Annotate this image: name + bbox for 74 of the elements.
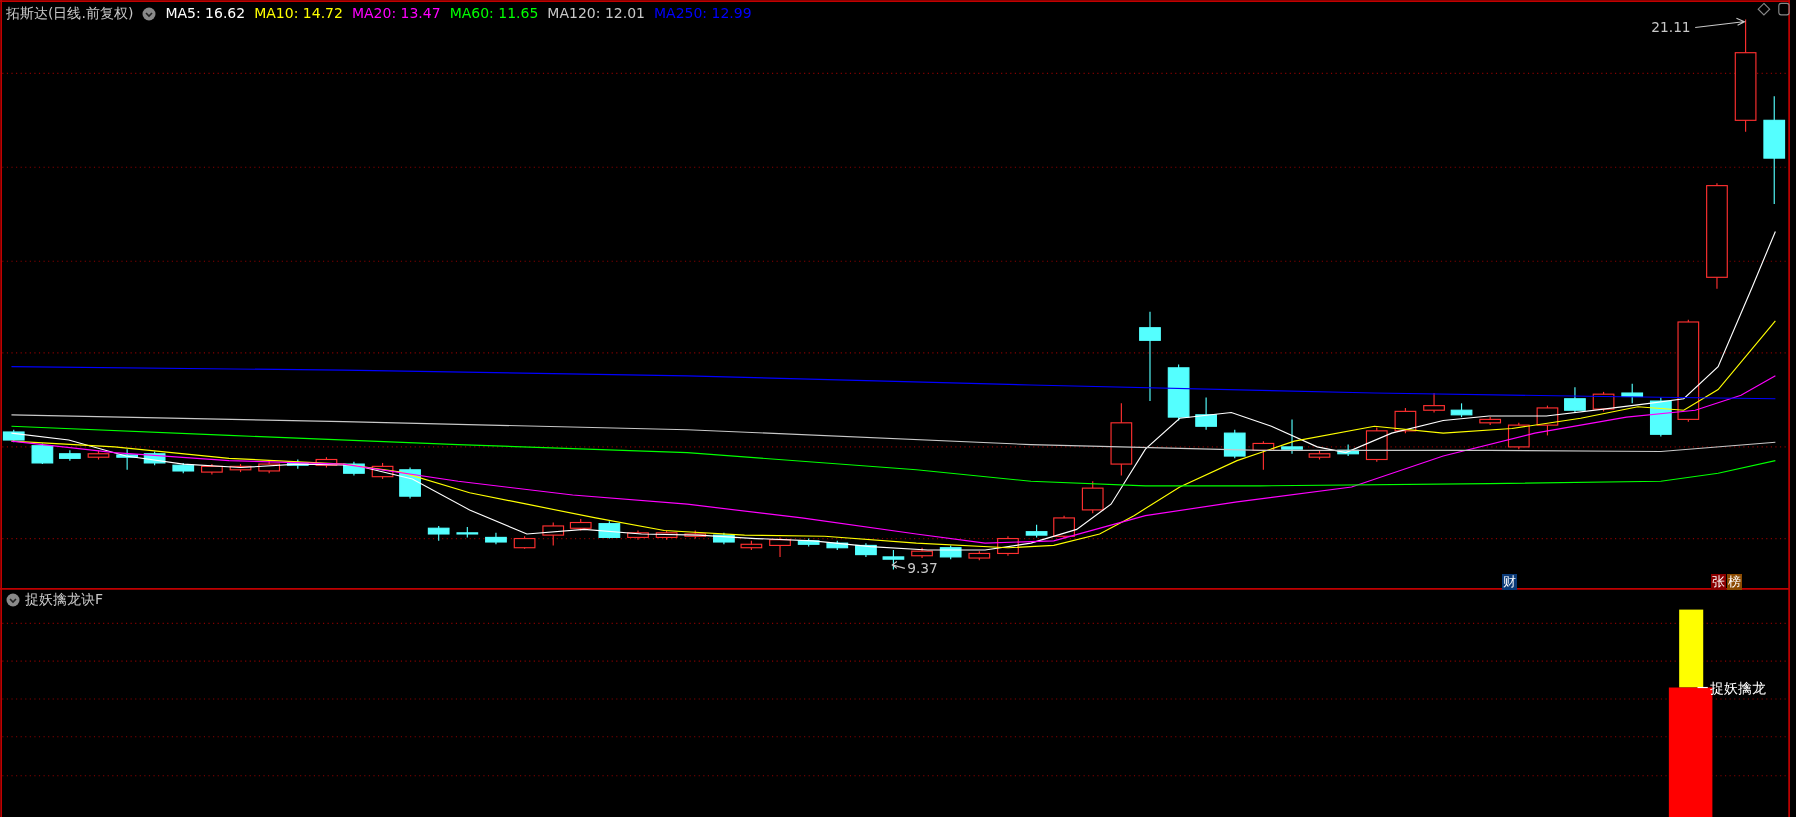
- candlestick: [87, 449, 110, 461]
- high-price-label: 21.11: [1651, 19, 1691, 36]
- candlestick: [939, 544, 962, 560]
- moving-average-value: MA5: 16.62: [165, 4, 246, 23]
- candlestick: [258, 460, 281, 474]
- candlestick: [1223, 429, 1246, 459]
- candlestick: [1450, 402, 1473, 418]
- candlestick: [456, 526, 479, 538]
- indicator-title: 捉妖擒龙诀F: [25, 590, 104, 609]
- candlestick: [769, 536, 791, 558]
- event-marker[interactable]: 财: [1502, 574, 1517, 590]
- candlestick: [286, 458, 309, 470]
- leader-line: [1696, 686, 1709, 689]
- candlestick: [1081, 480, 1104, 514]
- candlestick: [1337, 444, 1360, 457]
- candlestick: [1308, 449, 1331, 461]
- dropdown-icon[interactable]: [6, 592, 20, 607]
- candlestick: [797, 538, 820, 548]
- candlestick: [911, 547, 933, 559]
- moving-average-value: MA10: 14.72: [254, 4, 343, 23]
- candlestick: [485, 532, 507, 545]
- leader-arrow: [1694, 17, 1746, 29]
- candlestick: [968, 550, 991, 561]
- candlestick: [172, 462, 195, 474]
- candlestick: [826, 540, 849, 551]
- candlestick: [542, 521, 565, 546]
- candlestick: [1053, 515, 1075, 540]
- candlestick: [882, 549, 905, 571]
- candlestick: [627, 529, 649, 541]
- candlestick: [201, 463, 223, 475]
- candlestick: [59, 449, 81, 462]
- candlestick: [229, 463, 252, 473]
- chart-title: 拓斯达(日线.前复权): [6, 4, 134, 23]
- candlestick: [1592, 391, 1615, 412]
- moving-average-value: MA20: 13.47: [351, 4, 441, 23]
- moving-average-value: MA120: 12.01: [547, 4, 645, 23]
- candlestick: [1621, 383, 1644, 404]
- candlestick: [713, 532, 735, 545]
- candlestick: [1536, 405, 1559, 436]
- candlestick: [1281, 418, 1303, 455]
- candlestick: [371, 462, 394, 480]
- event-marker[interactable]: 张: [1711, 574, 1726, 590]
- candlestick: [569, 518, 592, 532]
- candlestick: [2, 429, 25, 443]
- panel-toggle-icon[interactable]: [1778, 2, 1790, 16]
- candlestick: [143, 450, 166, 466]
- dropdown-icon[interactable]: [142, 6, 157, 21]
- candlestick: [684, 529, 707, 540]
- candlestick: [427, 525, 450, 542]
- candlestick: [1252, 440, 1275, 471]
- candlestick: [1167, 363, 1190, 422]
- candlestick: [1423, 392, 1445, 414]
- candlestick: [1479, 416, 1502, 426]
- signal-label: 捉妖擒龙: [1710, 680, 1767, 697]
- candlestick: [315, 456, 338, 469]
- candlestick: [740, 540, 763, 551]
- candlestick: [1394, 407, 1417, 434]
- candlestick: [116, 448, 139, 471]
- event-marker[interactable]: 榜: [1727, 574, 1742, 590]
- moving-average-value: MA250: 12.99: [653, 4, 752, 23]
- moving-average-value: MA60: 11.65: [449, 4, 539, 23]
- diamond-icon[interactable]: [1757, 2, 1771, 16]
- candlestick: [1507, 422, 1530, 450]
- candlestick: [1195, 397, 1217, 431]
- candlestick: [513, 535, 536, 550]
- low-price-label: 9.37: [907, 559, 938, 576]
- candlestick: [31, 442, 54, 465]
- candlestick: [855, 542, 877, 558]
- candlestick: [1564, 386, 1586, 414]
- candlestick: [598, 520, 621, 540]
- candlestick: [343, 461, 365, 477]
- candlestick: [1025, 524, 1048, 538]
- candlestick: [655, 529, 678, 541]
- leader-arrow: [891, 560, 906, 569]
